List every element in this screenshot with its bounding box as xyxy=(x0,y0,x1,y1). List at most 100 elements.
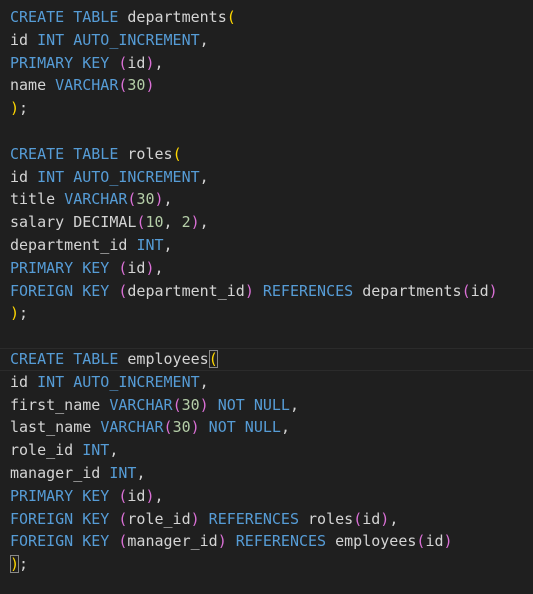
code-token: role_id xyxy=(127,509,191,528)
code-token: title xyxy=(10,190,65,209)
code-token: REFERENCES xyxy=(253,281,363,300)
code-line[interactable]: salary DECIMAL(10, 2), xyxy=(0,211,533,234)
matched-bracket: ) xyxy=(10,555,20,574)
code-token: salary DECIMAL xyxy=(10,213,137,232)
code-token: ) xyxy=(10,99,20,118)
code-token: CREATE TABLE xyxy=(10,349,128,368)
code-token: NOT NULL xyxy=(199,418,281,437)
code-token: id xyxy=(127,53,146,72)
code-token: 30 xyxy=(136,190,155,209)
code-line[interactable] xyxy=(0,120,533,143)
code-token: employees xyxy=(127,349,209,368)
code-token: , xyxy=(199,372,209,391)
code-token: 10 xyxy=(145,213,164,232)
code-token: ) xyxy=(380,509,390,528)
code-token: ( xyxy=(461,281,471,300)
code-token: , xyxy=(163,190,173,209)
code-token: , xyxy=(109,441,119,460)
code-line[interactable]: PRIMARY KEY (id), xyxy=(0,52,533,75)
code-token: VARCHAR xyxy=(55,76,119,95)
code-token: ) xyxy=(145,53,155,72)
code-lines[interactable]: CREATE TABLE departments(id INT AUTO_INC… xyxy=(0,6,533,576)
code-token: , xyxy=(199,30,209,49)
code-token: id xyxy=(425,532,444,551)
code-token: 2 xyxy=(181,213,191,232)
code-token: ) xyxy=(244,281,254,300)
code-token: ( xyxy=(172,144,182,163)
code-token: ) xyxy=(488,281,498,300)
code-line[interactable]: ); xyxy=(0,553,533,576)
code-line[interactable]: id INT AUTO_INCREMENT, xyxy=(0,29,533,52)
code-token: ) xyxy=(217,532,227,551)
code-token: roles xyxy=(308,509,354,528)
code-token: id xyxy=(10,167,38,186)
code-token: name xyxy=(10,76,56,95)
code-line[interactable]: id INT AUTO_INCREMENT, xyxy=(0,166,533,189)
code-token: ) xyxy=(190,509,200,528)
code-token: NOT NULL xyxy=(208,395,290,414)
code-token: INT AUTO_INCREMENT xyxy=(37,372,200,391)
code-line[interactable]: FOREIGN KEY (department_id) REFERENCES d… xyxy=(0,280,533,303)
code-line[interactable] xyxy=(0,325,533,348)
code-token: FOREIGN KEY xyxy=(10,532,119,551)
code-token: REFERENCES xyxy=(199,509,309,528)
code-line[interactable]: manager_id INT, xyxy=(0,462,533,485)
code-token: ; xyxy=(19,304,29,323)
code-line[interactable]: CREATE TABLE departments( xyxy=(0,6,533,29)
code-token: CREATE TABLE xyxy=(10,144,128,163)
code-token: id xyxy=(127,486,146,505)
code-token: ; xyxy=(19,555,29,574)
code-line[interactable]: CREATE TABLE roles( xyxy=(0,143,533,166)
code-token: PRIMARY KEY xyxy=(10,258,119,277)
code-token: role_id xyxy=(10,441,83,460)
code-token: id xyxy=(470,281,489,300)
code-token: ) xyxy=(190,418,200,437)
code-token: VARCHAR xyxy=(100,418,164,437)
code-line[interactable]: CREATE TABLE employees( xyxy=(0,347,533,371)
code-line[interactable]: department_id INT, xyxy=(0,234,533,257)
code-token: ( xyxy=(172,395,182,414)
code-line[interactable]: first_name VARCHAR(30) NOT NULL, xyxy=(0,394,533,417)
code-token: REFERENCES xyxy=(226,532,336,551)
code-token: ) xyxy=(145,486,155,505)
code-editor[interactable]: CREATE TABLE departments(id INT AUTO_INC… xyxy=(0,0,533,594)
code-line[interactable]: ); xyxy=(0,97,533,120)
code-token: ( xyxy=(226,8,236,26)
code-line[interactable]: role_id INT, xyxy=(0,439,533,462)
code-line[interactable]: id INT AUTO_INCREMENT, xyxy=(0,371,533,394)
code-token: INT xyxy=(136,235,164,254)
code-token: , xyxy=(199,213,209,232)
code-token: 30 xyxy=(172,418,191,437)
code-token: ( xyxy=(353,509,363,528)
code-token: last_name xyxy=(10,418,101,437)
code-line[interactable]: last_name VARCHAR(30) NOT NULL, xyxy=(0,416,533,439)
code-line[interactable]: title VARCHAR(30), xyxy=(0,188,533,211)
code-token: ) xyxy=(190,213,200,232)
code-token: , xyxy=(154,486,164,505)
code-token: ) xyxy=(10,304,20,323)
code-token: ) xyxy=(199,395,209,414)
code-token: INT xyxy=(82,441,110,460)
code-token: PRIMARY KEY xyxy=(10,53,119,72)
code-token: , xyxy=(154,258,164,277)
code-line[interactable]: ); xyxy=(0,302,533,325)
code-line[interactable]: FOREIGN KEY (manager_id) REFERENCES empl… xyxy=(0,530,533,553)
matched-bracket: ( xyxy=(208,349,218,368)
code-token: id xyxy=(362,509,381,528)
code-line[interactable]: PRIMARY KEY (id), xyxy=(0,257,533,280)
code-token: manager_id xyxy=(10,463,110,482)
code-token: departments xyxy=(127,8,227,26)
code-token: ) xyxy=(154,190,164,209)
code-token: INT AUTO_INCREMENT xyxy=(37,167,200,186)
code-token: departments xyxy=(362,281,462,300)
code-line[interactable]: FOREIGN KEY (role_id) REFERENCES roles(i… xyxy=(0,508,533,531)
code-line[interactable]: PRIMARY KEY (id), xyxy=(0,485,533,508)
code-token: CREATE TABLE xyxy=(10,8,128,26)
code-token: , xyxy=(136,463,146,482)
code-token: ) xyxy=(443,532,453,551)
code-line[interactable]: name VARCHAR(30) xyxy=(0,74,533,97)
code-token: ) xyxy=(145,76,155,95)
code-token: , xyxy=(163,213,182,232)
code-token: 30 xyxy=(127,76,146,95)
code-token: department_id xyxy=(10,235,137,254)
